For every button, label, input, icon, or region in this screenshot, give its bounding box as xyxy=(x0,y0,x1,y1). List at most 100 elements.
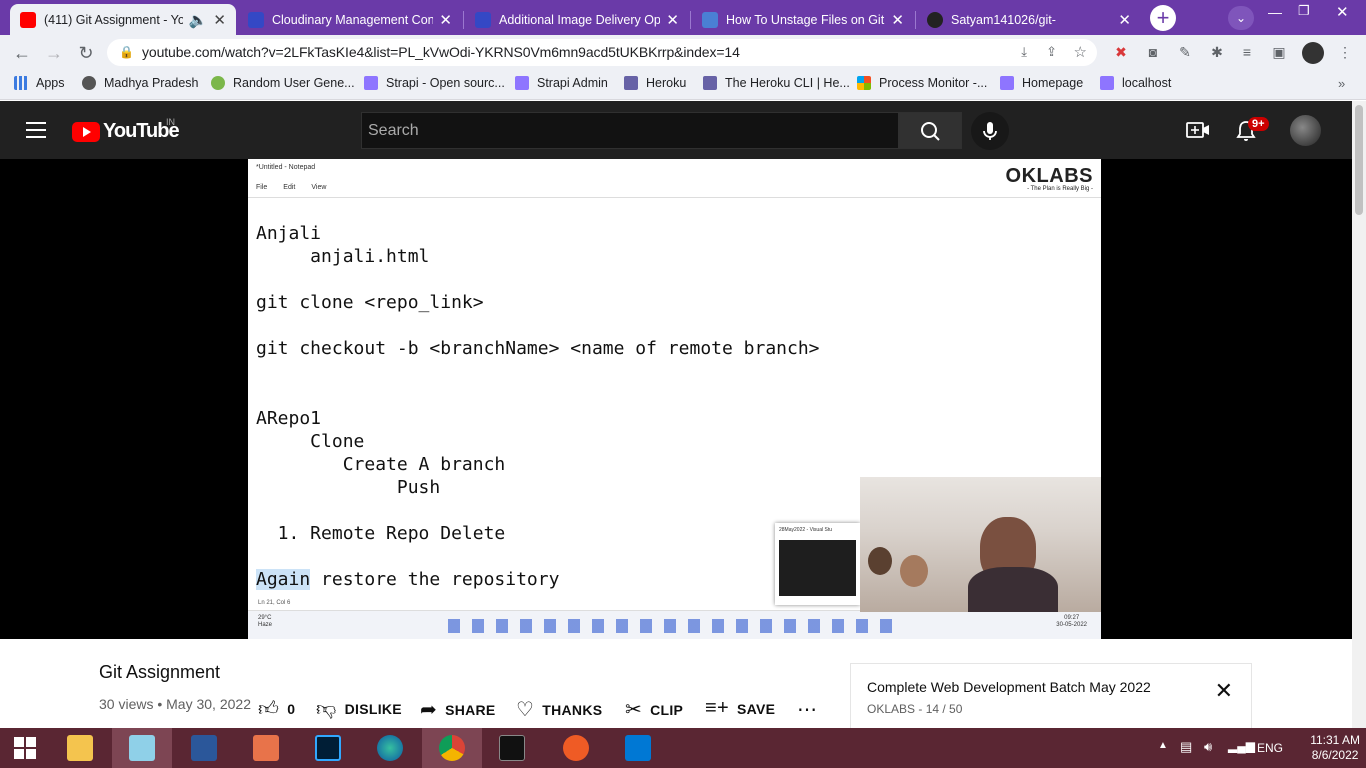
tab-git-assignment[interactable]: (411) Git Assignment - You 🔈 ✕ xyxy=(10,4,236,35)
chrome-app[interactable] xyxy=(422,728,482,768)
notepad-app[interactable] xyxy=(112,728,172,768)
account-avatar[interactable] xyxy=(1290,115,1321,146)
youtube-logo[interactable]: YouTube IN xyxy=(72,117,180,143)
network-signal-icon[interactable]: ▂▄▆ xyxy=(1228,739,1255,753)
file-explorer-app[interactable] xyxy=(50,728,110,768)
bookmark-label: Process Monitor -... xyxy=(879,76,988,90)
tab-title: Additional Image Delivery Opt xyxy=(499,12,661,27)
playlist-title[interactable]: Complete Web Development Batch May 2022 xyxy=(867,679,1151,695)
code-line: git checkout -b <branchName> <name of re… xyxy=(256,338,820,359)
reload-icon[interactable]: ↻ xyxy=(74,41,98,65)
close-tab-icon[interactable]: ✕ xyxy=(1118,11,1131,29)
like-button[interactable]: 👍︎ 0 xyxy=(258,697,295,721)
install-icon[interactable]: ⤓ xyxy=(1021,44,1027,60)
browser-tab-strip: (411) Git Assignment - You 🔈 ✕ Cloudinar… xyxy=(0,0,1366,35)
bookmark-heroku[interactable]: Heroku xyxy=(624,76,686,90)
back-arrow-icon[interactable]: ← xyxy=(10,41,34,65)
terminal-app[interactable] xyxy=(482,728,542,768)
bookmark-random-user[interactable]: Random User Gene... xyxy=(211,76,355,90)
side-panel-icon[interactable]: ▣ xyxy=(1270,43,1288,61)
share-icon[interactable]: ⇪ xyxy=(1046,44,1057,60)
minimize-window-icon[interactable]: — xyxy=(1268,4,1282,20)
like-count: 0 xyxy=(287,701,296,717)
new-tab-plus-icon[interactable]: + xyxy=(1150,5,1176,31)
search-button[interactable] xyxy=(899,112,962,149)
bookmark-process-monitor[interactable]: Process Monitor -... xyxy=(857,76,987,90)
tab-unstage-files[interactable]: How To Unstage Files on Git - ✕ xyxy=(692,4,914,35)
close-window-icon[interactable]: ✕ xyxy=(1336,3,1349,21)
extensions-puzzle-icon[interactable]: ✱ xyxy=(1208,43,1226,61)
share-label: SHARE xyxy=(445,701,496,718)
close-tab-icon[interactable]: ✕ xyxy=(891,11,904,29)
language-indicator[interactable]: ENG xyxy=(1257,741,1283,755)
dislike-button[interactable]: 👎︎ DISLIKE xyxy=(316,697,402,721)
vscode-app[interactable] xyxy=(608,728,668,768)
system-clock[interactable]: 11:31 AM 8/6/2022 xyxy=(1310,733,1360,763)
bookmark-strapi[interactable]: Strapi - Open sourc... xyxy=(364,76,505,90)
save-button[interactable]: ≡+ SAVE xyxy=(705,697,775,720)
search-input[interactable] xyxy=(362,113,898,148)
thanks-button[interactable]: ♡ THANKS xyxy=(516,697,602,722)
book-icon xyxy=(253,735,279,761)
tab-cloudinary[interactable]: Cloudinary Management Cons ✕ xyxy=(238,4,462,35)
camera-extension-icon[interactable]: ◙ xyxy=(1144,43,1162,61)
eyedropper-extension-icon[interactable]: ✎ xyxy=(1176,43,1194,61)
tab-additional-image-delivery[interactable]: Additional Image Delivery Opt ✕ xyxy=(465,4,689,35)
word-app[interactable] xyxy=(174,728,234,768)
reading-list-icon[interactable]: ≡ xyxy=(1238,43,1256,61)
chrome-menu-icon[interactable]: ⋮ xyxy=(1336,43,1354,61)
photoshop-app[interactable] xyxy=(298,728,358,768)
scrollbar-thumb[interactable] xyxy=(1355,105,1363,215)
code-line: git clone <repo_link> xyxy=(256,292,484,313)
tab-github-repo[interactable]: Satyam141026/git- ✕ xyxy=(917,4,1141,35)
restore-window-icon[interactable]: ❐ xyxy=(1298,3,1310,19)
bookmarks-bar: Apps Madhya Pradesh Random User Gene... … xyxy=(0,70,1366,100)
more-actions-button[interactable]: ⋯ xyxy=(797,697,825,722)
chrome-icon xyxy=(439,735,465,761)
close-tab-icon[interactable]: ✕ xyxy=(666,11,679,29)
tab-search-chevron-icon[interactable]: ⌄ xyxy=(1228,6,1254,30)
forward-arrow-icon[interactable]: → xyxy=(42,41,66,65)
notepad-title: *Untitled - Notepad xyxy=(256,164,316,171)
code-line: Create A branch xyxy=(256,454,506,475)
bookmark-label: Madhya Pradesh xyxy=(104,76,199,90)
close-tab-icon[interactable]: ✕ xyxy=(213,11,226,29)
hamburger-menu-icon[interactable] xyxy=(26,122,46,138)
voice-search-button[interactable] xyxy=(971,112,1009,150)
postman-app[interactable] xyxy=(546,728,606,768)
share-button[interactable]: ➦ SHARE xyxy=(420,697,496,722)
playlist-panel[interactable]: Complete Web Development Batch May 2022 … xyxy=(850,663,1252,733)
reader-app[interactable] xyxy=(236,728,296,768)
code-line: Again restore the repository xyxy=(256,569,559,590)
bookmark-strapi-admin[interactable]: Strapi Admin xyxy=(515,76,608,90)
code-line-rest: restore the repository xyxy=(321,569,560,590)
close-tab-icon[interactable]: ✕ xyxy=(439,11,452,29)
speaker-icon[interactable]: 🔈 xyxy=(189,11,208,29)
bookmark-localhost[interactable]: localhost xyxy=(1100,76,1171,90)
device-icon[interactable]: ▤ xyxy=(1180,739,1192,755)
bookmark-star-icon[interactable]: ☆ xyxy=(1074,43,1087,61)
close-playlist-icon[interactable]: ✕ xyxy=(1215,678,1233,704)
volume-icon[interactable]: 🔊︎ xyxy=(1204,739,1212,755)
bookmark-heroku-cli[interactable]: The Heroku CLI | He... xyxy=(703,76,850,90)
address-url: youtube.com/watch?v=2LFkTasKIe4&list=PL_… xyxy=(142,44,740,60)
tab-title: Cloudinary Management Cons xyxy=(272,12,434,27)
windows-start-button[interactable] xyxy=(0,728,50,768)
extension-x-icon[interactable]: ✖ xyxy=(1112,43,1130,61)
bookmark-apps[interactable]: Apps xyxy=(14,76,65,90)
more-bookmarks-chevron-icon[interactable]: » xyxy=(1338,76,1345,91)
video-player[interactable]: *Untitled - Notepad File Edit View OKLABS … xyxy=(248,159,1101,639)
edge-app[interactable] xyxy=(360,728,420,768)
profile-avatar[interactable] xyxy=(1302,42,1324,64)
page-scrollbar[interactable] xyxy=(1352,101,1366,729)
oklabs-brand: OKLABS xyxy=(1005,165,1093,187)
vscode-thumb-label: 28May2022 - Visual Stu xyxy=(779,527,832,533)
address-bar[interactable]: 🔒 youtube.com/watch?v=2LFkTasKIe4&list=P… xyxy=(107,39,1097,66)
tab-title: How To Unstage Files on Git - xyxy=(726,12,886,27)
bookmark-madhya-pradesh[interactable]: Madhya Pradesh xyxy=(82,76,199,90)
person-background xyxy=(868,547,892,575)
clip-button[interactable]: ✂ CLIP xyxy=(625,697,683,722)
create-video-icon[interactable] xyxy=(1186,120,1210,145)
show-hidden-icons-chevron-icon[interactable]: ▲ xyxy=(1158,740,1168,751)
bookmark-homepage[interactable]: Homepage xyxy=(1000,76,1083,90)
